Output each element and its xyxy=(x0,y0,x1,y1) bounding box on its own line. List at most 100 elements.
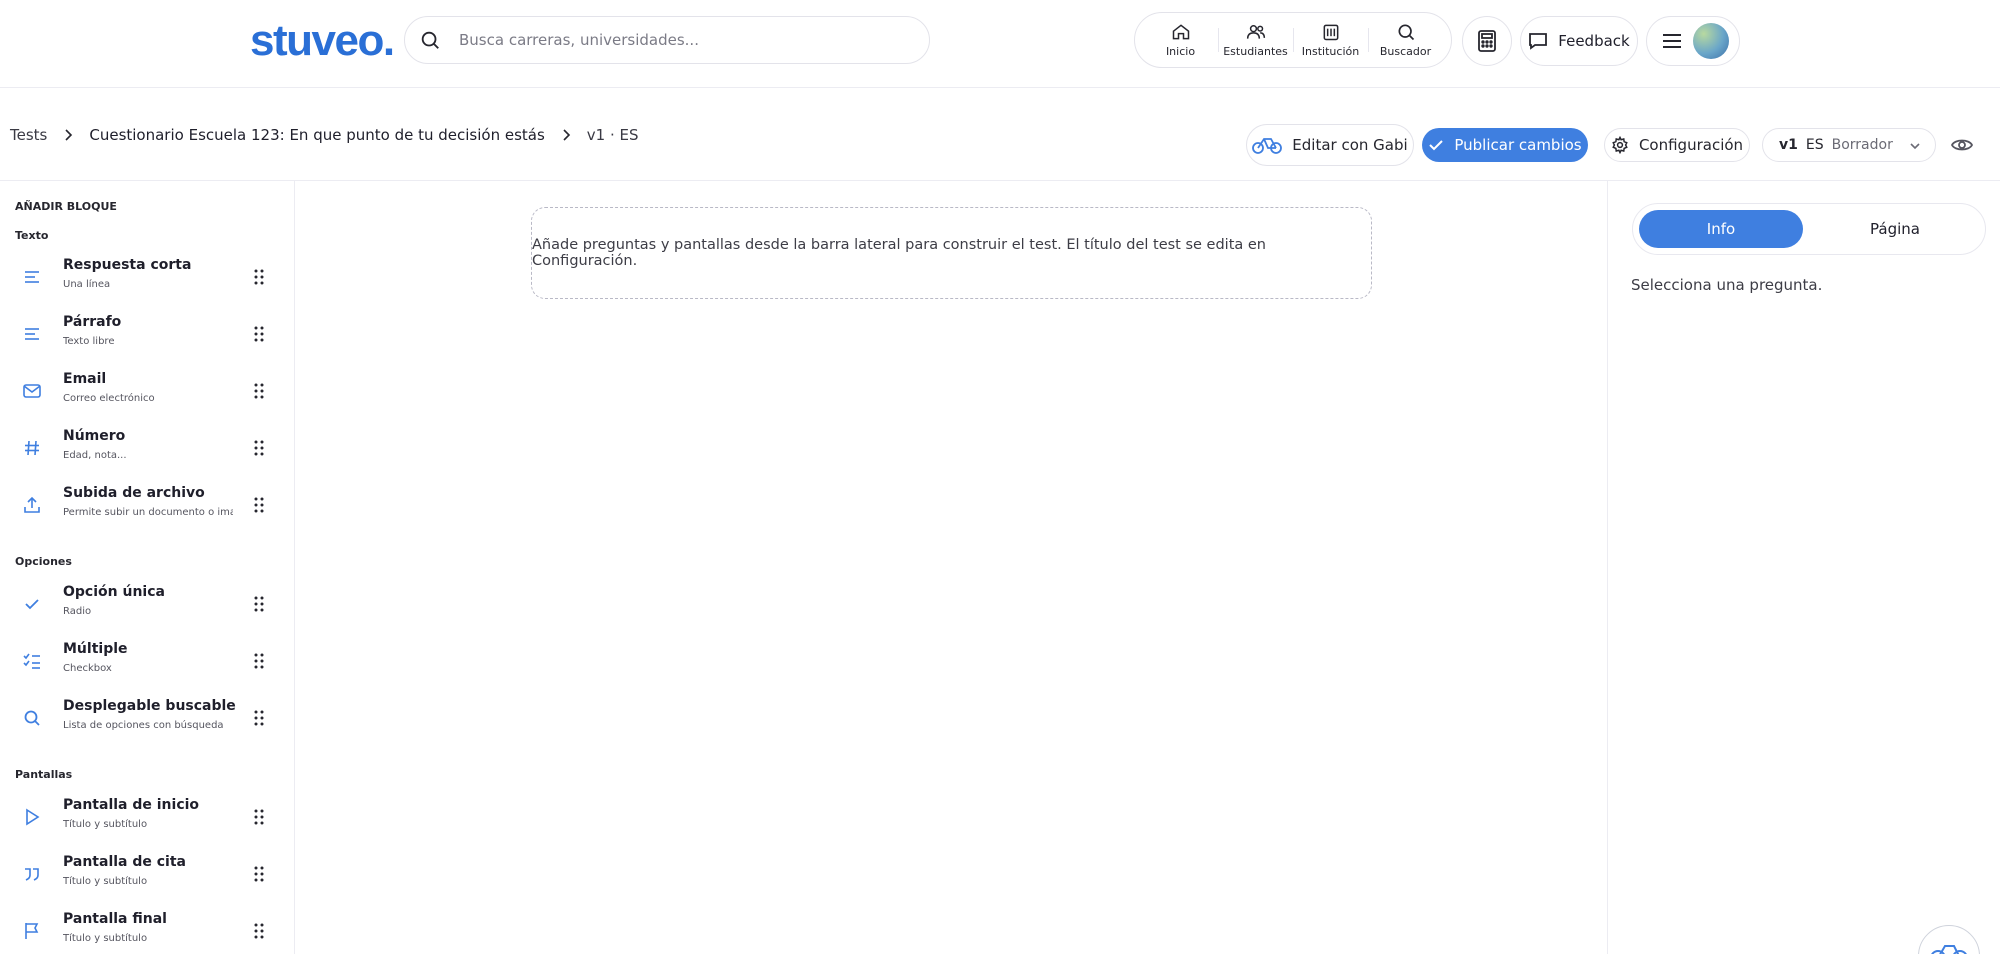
edit-with-gabi-button[interactable]: Editar con Gabi xyxy=(1246,124,1414,166)
version-language: ES xyxy=(1805,137,1824,153)
tab-pagina[interactable]: Página xyxy=(1813,210,1977,248)
block-subtitle: Título y subtítulo xyxy=(63,876,148,887)
mail-icon xyxy=(23,384,41,398)
feedback-button[interactable]: Feedback xyxy=(1520,16,1638,66)
quote-icon xyxy=(25,868,39,881)
block-multiple[interactable]: Múltiple Checkbox xyxy=(0,633,294,689)
search-icon xyxy=(24,710,40,726)
panel-tabs: Info Página xyxy=(1632,203,1986,255)
tab-info[interactable]: Info xyxy=(1639,210,1803,248)
block-subtitle: Una línea xyxy=(63,279,111,290)
block-sidebar: AÑADIR BLOQUE Texto Respuesta corta Una … xyxy=(0,181,295,954)
drag-handle-icon[interactable] xyxy=(253,864,265,884)
nav-label: Buscador xyxy=(1379,45,1432,58)
block-parrafo[interactable]: Párrafo Texto libre xyxy=(0,306,294,362)
stuveo-logo[interactable]: stuveo. xyxy=(250,16,395,66)
publish-label: Publicar cambios xyxy=(1454,136,1582,154)
calculator-icon xyxy=(1478,30,1496,52)
flag-icon xyxy=(25,923,39,939)
chat-bubble-icon xyxy=(1529,33,1548,50)
block-subtitle: Título y subtítulo xyxy=(63,933,148,944)
block-subtitle: Texto libre xyxy=(63,336,115,347)
users-icon xyxy=(1246,25,1265,39)
block-subtitle: Permite subir un documento o imagen xyxy=(63,507,233,518)
calculator-button[interactable] xyxy=(1462,16,1512,66)
block-title: Pantalla de inicio xyxy=(63,797,200,813)
drag-handle-icon[interactable] xyxy=(253,651,265,671)
section-texto: Texto xyxy=(15,229,49,242)
drag-handle-icon[interactable] xyxy=(253,438,265,458)
block-pantalla-cita[interactable]: Pantalla de cita Título y subtítulo xyxy=(0,846,294,902)
block-email[interactable]: Email Correo electrónico xyxy=(0,363,294,419)
chevron-right-icon xyxy=(65,129,73,141)
search-icon xyxy=(421,31,439,49)
nav-inicio[interactable]: Inicio xyxy=(1143,18,1218,62)
text-lines-icon xyxy=(25,271,39,283)
nav-estudiantes[interactable]: Estudiantes xyxy=(1218,18,1293,62)
block-title: Respuesta corta xyxy=(63,257,192,273)
block-pantalla-final[interactable]: Pantalla final Título y subtítulo xyxy=(0,903,294,954)
block-title: Email xyxy=(63,371,107,387)
block-subtitle: Correo electrónico xyxy=(63,393,155,404)
configuration-button[interactable]: Configuración xyxy=(1604,128,1750,162)
gabi-label: Editar con Gabi xyxy=(1292,136,1408,154)
block-title: Pantalla de cita xyxy=(63,854,186,870)
breadcrumb-test-title[interactable]: Cuestionario Escuela 123: En que punto d… xyxy=(89,126,544,144)
breadcrumb-tests[interactable]: Tests xyxy=(10,126,47,144)
play-icon xyxy=(26,808,40,826)
block-title: Múltiple xyxy=(63,641,128,657)
block-title: Desplegable buscable xyxy=(63,698,236,714)
gear-icon xyxy=(1612,136,1628,154)
nav-label: Institución xyxy=(1301,45,1360,58)
drag-handle-icon[interactable] xyxy=(253,495,265,515)
drag-handle-icon[interactable] xyxy=(253,921,265,941)
version-select[interactable]: v1 ES Borrador xyxy=(1762,128,1936,162)
nav-label: Inicio xyxy=(1165,45,1196,58)
block-subtitle: Título y subtítulo xyxy=(63,819,148,830)
empty-canvas-hint: Añade preguntas y pantallas desde la bar… xyxy=(531,207,1372,299)
eye-preview-icon[interactable] xyxy=(1950,133,1974,157)
breadcrumb-version: v1 · ES xyxy=(586,126,639,144)
drag-handle-icon[interactable] xyxy=(253,594,265,614)
block-title: Subida de archivo xyxy=(63,485,205,501)
bicycle-icon xyxy=(1931,945,1967,954)
block-subtitle: Edad, nota... xyxy=(63,450,127,461)
block-pantalla-inicio[interactable]: Pantalla de inicio Título y subtítulo xyxy=(0,789,294,845)
block-opcion-unica[interactable]: Opción única Radio xyxy=(0,576,294,632)
nav-institucion[interactable]: Institución xyxy=(1293,18,1368,62)
search-input[interactable] xyxy=(459,31,879,49)
search-box[interactable] xyxy=(404,16,930,64)
block-title: Número xyxy=(63,428,126,444)
block-numero[interactable]: Número Edad, nota... xyxy=(0,420,294,476)
chevron-right-icon xyxy=(563,129,570,141)
block-subtitle: Radio xyxy=(63,606,92,617)
hamburger-icon xyxy=(1663,34,1681,48)
drag-handle-icon[interactable] xyxy=(253,708,265,728)
section-opciones: Opciones xyxy=(15,555,72,568)
canvas-hint-text: Añade preguntas y pantallas desde la bar… xyxy=(532,237,1266,269)
nav-buscador[interactable]: Buscador xyxy=(1368,18,1443,62)
user-menu[interactable] xyxy=(1646,16,1740,66)
publish-changes-button[interactable]: Publicar cambios xyxy=(1422,128,1588,162)
section-pantallas: Pantallas xyxy=(15,768,73,781)
drag-handle-icon[interactable] xyxy=(253,381,265,401)
block-desplegable-buscable[interactable]: Desplegable buscable Lista de opciones c… xyxy=(0,690,294,746)
panel-hint: Selecciona una pregunta. xyxy=(1631,276,1823,294)
drag-handle-icon[interactable] xyxy=(253,807,265,827)
breadcrumb: Tests Cuestionario Escuela 123: En que p… xyxy=(10,126,639,144)
version-number: v1 xyxy=(1779,137,1798,153)
drag-handle-icon[interactable] xyxy=(253,324,265,344)
bicycle-icon xyxy=(1252,138,1283,154)
block-subida-archivo[interactable]: Subida de archivo Permite subir un docum… xyxy=(0,477,294,533)
chevron-down-icon xyxy=(1910,143,1920,150)
block-respuesta-corta[interactable]: Respuesta corta Una línea xyxy=(0,249,294,305)
drag-handle-icon[interactable] xyxy=(253,267,265,287)
block-subtitle: Lista de opciones con búsqueda xyxy=(63,720,224,731)
avatar[interactable] xyxy=(1693,23,1729,59)
building-icon xyxy=(1323,24,1338,41)
feedback-label: Feedback xyxy=(1558,32,1630,50)
top-header: stuveo. Inicio Estudiantes Institución B… xyxy=(0,0,2000,88)
check-icon xyxy=(1429,140,1444,151)
hash-icon xyxy=(25,440,39,456)
paragraph-icon xyxy=(25,328,39,340)
